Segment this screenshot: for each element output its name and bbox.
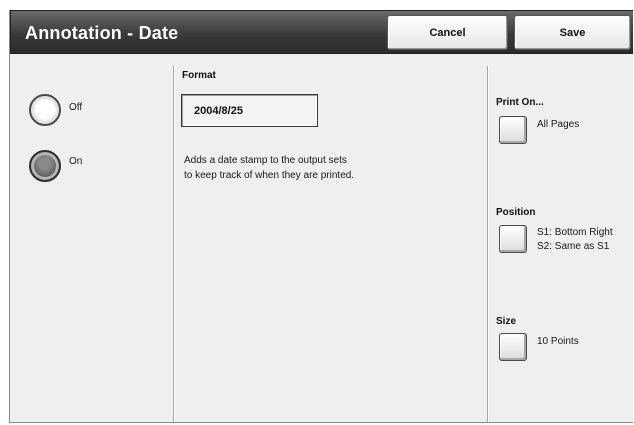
size-value: 10 Points <box>537 336 579 347</box>
print-on-button[interactable] <box>499 116 527 144</box>
position-label: Position <box>496 207 536 218</box>
description-text: Adds a date stamp to the output sets to … <box>184 153 404 183</box>
dialog-frame: Annotation - Date Cancel Save Off On For… <box>9 10 633 423</box>
cancel-button[interactable]: Cancel <box>387 15 508 50</box>
off-label: Off <box>69 102 83 113</box>
on-label: On <box>69 156 83 167</box>
position-line-2: S2: Same as S1 <box>537 241 610 252</box>
page-title: Annotation - Date <box>25 23 179 43</box>
size-button[interactable] <box>499 333 527 361</box>
format-label: Format <box>182 70 216 81</box>
description-line-1: Adds a date stamp to the output sets <box>184 155 347 166</box>
save-button[interactable]: Save <box>514 15 631 50</box>
description-line-2: to keep track of when they are printed. <box>184 170 355 181</box>
left-divider <box>173 66 174 422</box>
right-divider <box>487 66 488 422</box>
position-value: S1: Bottom Right S2: Same as S1 <box>537 226 632 254</box>
print-on-value: All Pages <box>537 119 580 130</box>
date-format-value: 2004/8/25 <box>194 104 243 117</box>
off-radio-button[interactable] <box>29 94 61 126</box>
title-bar: Annotation - Date Cancel Save <box>10 10 633 54</box>
position-button[interactable] <box>499 225 527 253</box>
on-radio-button[interactable] <box>29 150 61 182</box>
position-line-1: S1: Bottom Right <box>537 227 613 238</box>
print-on-label: Print On... <box>496 97 544 108</box>
size-label: Size <box>496 316 517 327</box>
date-format-field[interactable]: 2004/8/25 <box>181 94 318 127</box>
